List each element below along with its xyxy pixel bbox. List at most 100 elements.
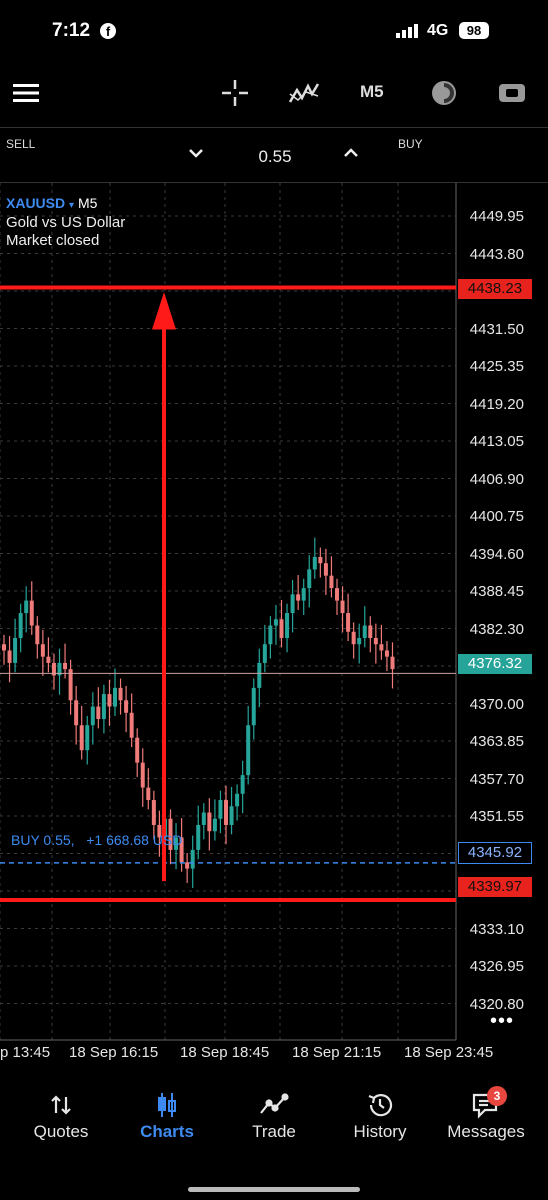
y-axis-label: 4443.80 (469, 245, 524, 263)
network-type: 4G (427, 22, 449, 39)
position-price-tag: 4345.92 (458, 842, 532, 864)
candle-body (235, 793, 240, 807)
candle-body (118, 687, 123, 701)
nav-charts[interactable]: Charts (117, 1088, 217, 1142)
candle-body (307, 569, 312, 589)
candle-body (218, 800, 223, 819)
candle-body (18, 613, 23, 638)
y-axis-label: 4449.95 (469, 208, 524, 225)
candle-body (85, 725, 90, 751)
y-axis-label: 4370.00 (469, 695, 524, 713)
nav-history[interactable]: History (330, 1088, 430, 1142)
y-axis-label: 4419.20 (469, 395, 524, 413)
symbol-dropdown-icon[interactable]: ▾ (69, 200, 74, 211)
position-label[interactable]: BUY 0.55, +1 668.68 USD (11, 832, 182, 848)
nav-label: Messages (447, 1122, 525, 1141)
x-axis-label: p 13:45 (0, 1044, 51, 1061)
price-chart[interactable] (0, 183, 548, 1045)
battery-indicator: 98 (459, 22, 489, 39)
y-axis-label: 4400.75 (469, 508, 524, 525)
trade-panel-icon[interactable] (496, 78, 528, 108)
more-icon[interactable]: ••• (490, 1010, 514, 1033)
facebook-icon: f (100, 23, 116, 39)
lot-increase-button[interactable] (343, 146, 359, 164)
candle-body (262, 644, 267, 663)
candle-body (124, 700, 129, 713)
buy-label[interactable]: BUY (398, 137, 423, 151)
symbol-description: Gold vs US Dollar (6, 214, 126, 231)
market-status: Market closed (6, 232, 100, 249)
candles-icon (117, 1088, 217, 1122)
lot-decrease-button[interactable] (188, 146, 204, 164)
candle-body (329, 575, 334, 589)
candle-body (224, 800, 228, 825)
symbol-name[interactable]: XAUUSD (6, 195, 65, 211)
candle-body (46, 656, 51, 663)
y-axis-label: 4333.10 (469, 920, 524, 938)
y-axis-label: 4382.30 (469, 620, 524, 638)
symbol-header[interactable]: XAUUSD ▾ M5 (6, 195, 97, 211)
candle-body (351, 631, 356, 645)
lot-size[interactable]: 0.55 (240, 147, 310, 167)
candle-body (357, 637, 362, 645)
candle-body (40, 644, 45, 657)
indicators-icon[interactable] (288, 78, 320, 108)
candle-body (240, 775, 245, 794)
candle-body (63, 662, 68, 670)
candle-body (185, 862, 190, 869)
sell-label[interactable]: SELL (6, 137, 35, 151)
candle-body (35, 625, 40, 645)
menu-icon[interactable] (12, 78, 40, 108)
x-axis-label: 18 Sep 21:15 (292, 1044, 382, 1061)
y-axis-label: 4425.35 (469, 358, 524, 375)
x-axis-label: 18 Sep 18:45 (180, 1044, 270, 1061)
candle-body (151, 800, 156, 825)
current-price-tag: 4376.32 (458, 654, 532, 674)
candle-body (273, 619, 278, 626)
candle-body (90, 706, 95, 726)
crosshair-icon[interactable] (220, 78, 250, 108)
candle-body (362, 625, 367, 638)
candle-body (196, 824, 201, 850)
candle-body (279, 619, 284, 638)
candle-body (146, 787, 151, 801)
y-axis-label: 4326.95 (469, 958, 524, 975)
nav-trade[interactable]: Trade (224, 1088, 324, 1142)
status-time: 7:12 (52, 20, 91, 41)
messages-badge: 3 (487, 1086, 507, 1106)
objects-icon[interactable] (428, 78, 460, 108)
candle-body (335, 588, 339, 601)
symbol-timeframe: M5 (77, 195, 98, 211)
nav-label: Trade (252, 1122, 296, 1141)
signal-icon (396, 24, 418, 38)
y-axis-label: 4351.55 (469, 808, 524, 825)
y-axis-label: 4357.70 (469, 770, 524, 788)
candle-body (113, 687, 117, 707)
nav-quotes[interactable]: Quotes (11, 1088, 111, 1142)
nav-label: History (353, 1122, 407, 1141)
candle-body (24, 600, 29, 614)
candle-body (257, 662, 262, 688)
candle-body (79, 725, 84, 751)
candle-body (246, 725, 251, 776)
home-indicator[interactable] (188, 1187, 360, 1192)
lower-line-price-tag: 4339.97 (458, 877, 532, 897)
history-icon (330, 1088, 430, 1122)
timeframe-button[interactable]: M5 (360, 82, 384, 102)
candle-body (268, 625, 273, 645)
candle-body (201, 812, 206, 825)
candle-body (318, 556, 323, 564)
candle-body (373, 637, 378, 645)
candle-body (312, 556, 317, 570)
candle-body (140, 762, 145, 788)
candle-body (13, 637, 18, 663)
candle-body (346, 613, 351, 632)
candle-body (190, 849, 195, 869)
candle-body (107, 694, 112, 707)
candle-body (296, 594, 301, 601)
y-axis-label: 4363.85 (469, 733, 524, 750)
x-axis-label: 18 Sep 16:15 (69, 1044, 159, 1061)
nav-messages[interactable]: Messages (436, 1088, 536, 1142)
candle-body (285, 613, 290, 638)
candle-body (290, 594, 295, 614)
